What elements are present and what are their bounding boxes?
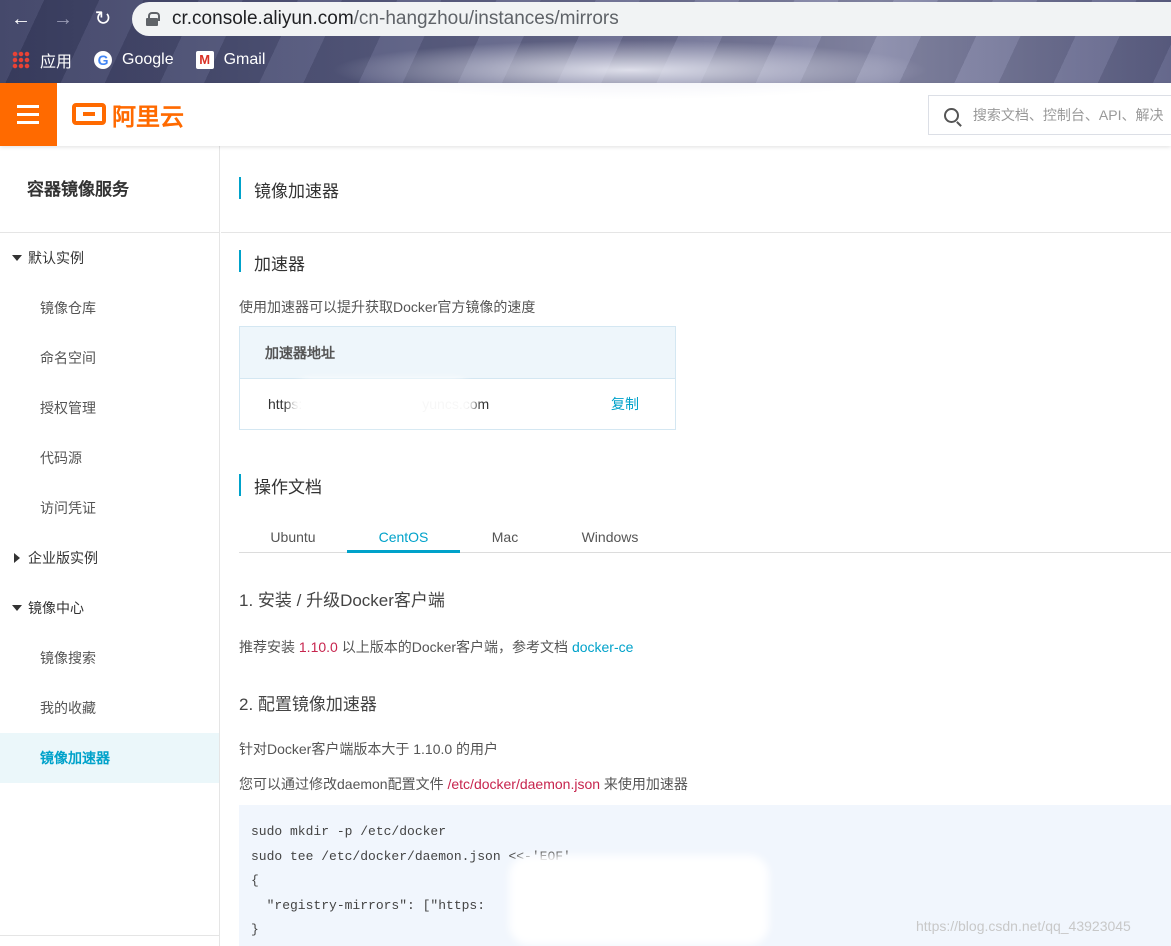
daemon-json-path: /etc/docker/daemon.json [447, 776, 601, 792]
url-text: cr.console.aliyun.com/cn-hangzhou/instan… [172, 8, 619, 29]
sidebar-item-favorites[interactable]: 我的收藏 [0, 683, 219, 733]
search-icon [944, 107, 959, 123]
reload-icon[interactable]: ↻ [90, 6, 116, 32]
bookmark-google[interactable]: G Google [94, 51, 174, 69]
google-icon: G [94, 51, 113, 69]
tab-windows[interactable]: Windows [550, 521, 670, 553]
sidebar-item-code-source[interactable]: 代码源 [0, 433, 219, 483]
step2-text: 针对Docker客户端版本大于 1.10.0 的用户 [239, 741, 499, 757]
step1-text: 推荐安装 1.10.0 以上版本的Docker客户端，参考文档 docker-c… [239, 639, 634, 655]
console-search[interactable] [928, 95, 1171, 135]
copy-button[interactable]: 复制 [611, 379, 639, 430]
bookmarks-bar: 应用 G Google M Gmail [0, 44, 275, 76]
sidebar-group-enterprise-instance[interactable]: 企业版实例 [0, 533, 219, 583]
sidebar-divider [0, 935, 219, 936]
docs-section-title: 操作文档 [254, 478, 322, 497]
section-accent-bar [239, 474, 241, 496]
caret-right-icon [14, 553, 20, 563]
redaction-smudge [330, 40, 930, 100]
watermark: https://blog.csdn.net/qq_43923045 [916, 918, 1131, 934]
docker-ce-link[interactable]: docker-ce [572, 639, 633, 655]
sidebar-group-image-center[interactable]: 镜像中心 [0, 583, 219, 633]
sidebar-item-image-search[interactable]: 镜像搜索 [0, 633, 219, 683]
forward-arrow-icon[interactable]: → [50, 6, 76, 32]
lock-icon [146, 12, 160, 26]
sidebar-item-repositories[interactable]: 镜像仓库 [0, 283, 219, 333]
caret-down-icon [12, 605, 22, 611]
aliyun-logo-icon [72, 103, 106, 125]
accelerator-address-table: 加速器地址 https:yuncs.com 复制 [239, 326, 676, 430]
hamburger-menu-button[interactable] [0, 83, 57, 146]
bookmark-gmail[interactable]: M Gmail [195, 51, 265, 69]
sidebar-item-authorization[interactable]: 授权管理 [0, 383, 219, 433]
tab-centos[interactable]: CentOS [347, 521, 460, 553]
sidebar-item-namespaces[interactable]: 命名空间 [0, 333, 219, 383]
os-tabs: Ubuntu CentOS Mac Windows [239, 521, 1171, 553]
tab-ubuntu[interactable]: Ubuntu [239, 521, 347, 553]
redaction-smudge [290, 379, 475, 425]
title-accent-bar [239, 177, 241, 199]
sidebar-group-default-instance[interactable]: 默认实例 [0, 233, 219, 283]
search-input[interactable] [972, 107, 1171, 123]
accelerator-table-header: 加速器地址 [240, 327, 675, 379]
menu-icon-bar [17, 121, 39, 124]
back-arrow-icon[interactable]: ← [8, 6, 34, 32]
main-content: 镜像加速器 加速器 使用加速器可以提升获取Docker官方镜像的速度 加速器地址… [221, 146, 1171, 946]
redaction-smudge [509, 855, 769, 945]
menu-icon-bar [17, 105, 39, 108]
caret-down-icon [12, 255, 22, 261]
step2-title: 2. 配置镜像加速器 [239, 695, 377, 714]
bookmark-apps[interactable]: 应用 [12, 48, 72, 72]
sidebar-item-mirror-accelerator[interactable]: 镜像加速器 [0, 733, 219, 783]
sidebar-item-access-credentials[interactable]: 访问凭证 [0, 483, 219, 533]
menu-icon-bar [17, 113, 39, 116]
tab-mac[interactable]: Mac [460, 521, 550, 553]
accelerator-section-title: 加速器 [254, 255, 305, 274]
page-header: 镜像加速器 [221, 146, 1171, 233]
address-bar[interactable]: cr.console.aliyun.com/cn-hangzhou/instan… [132, 2, 1171, 36]
code-line: sudo mkdir -p /etc/docker [251, 824, 447, 839]
browser-chrome: ← → ↻ cr.console.aliyun.com/cn-hangzhou/… [0, 0, 1171, 100]
section-accent-bar [239, 250, 241, 272]
sidebar-title: 容器镜像服务 [0, 146, 219, 233]
page-title: 镜像加速器 [254, 182, 339, 201]
apps-grid-icon [12, 51, 30, 69]
sidebar: 容器镜像服务 默认实例 镜像仓库 命名空间 授权管理 代码源 访问凭证 企业版实… [0, 146, 220, 946]
aliyun-logo[interactable]: 阿里云 [72, 100, 184, 131]
accelerator-description: 使用加速器可以提升获取Docker官方镜像的速度 [239, 299, 536, 315]
gmail-icon: M [195, 51, 214, 69]
step1-title: 1. 安装 / 升级Docker客户端 [239, 591, 445, 610]
step2-config-text: 您可以通过修改daemon配置文件 /etc/docker/daemon.jso… [239, 776, 688, 792]
